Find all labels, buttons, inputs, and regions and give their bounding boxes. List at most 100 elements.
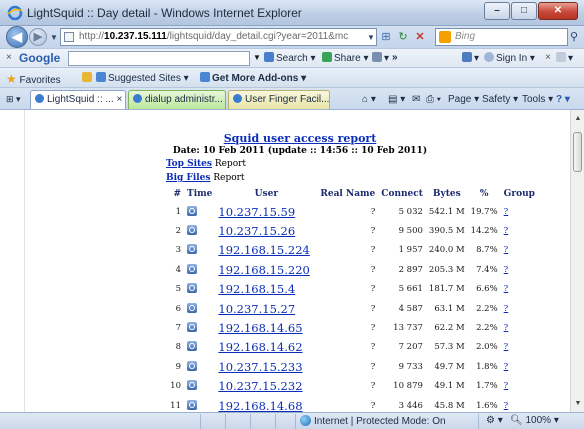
- time-report-icon[interactable]: [187, 283, 197, 294]
- close-toolbar-icon[interactable]: ×: [545, 52, 551, 63]
- google-search-dropdown-icon[interactable]: ▼: [253, 53, 261, 62]
- group-link[interactable]: ?: [504, 226, 509, 236]
- bytes-cell: 205.3 M: [428, 264, 465, 275]
- user-ip-link[interactable]: 192.168.15.224: [218, 243, 309, 257]
- close-tab-icon[interactable]: ×: [117, 94, 123, 105]
- url-prefix: http://: [79, 31, 105, 42]
- group-link[interactable]: ?: [504, 381, 509, 391]
- connect-cell: 5 661: [398, 284, 423, 295]
- vertical-scrollbar[interactable]: ▲ ▼: [570, 110, 584, 412]
- connect-cell: 9 500: [398, 226, 423, 237]
- google-search-button[interactable]: Search ▾: [264, 52, 315, 64]
- connect-cell: 9 733: [398, 361, 423, 372]
- user-ip-link[interactable]: 192.168.15.220: [218, 263, 309, 277]
- group-link[interactable]: ?: [504, 207, 509, 217]
- scroll-down-icon[interactable]: ▼: [573, 400, 583, 407]
- scrollbar-thumb[interactable]: [573, 132, 582, 172]
- bytes-cell: 62.2 M: [434, 323, 465, 334]
- report-title-link[interactable]: Squid user access report: [224, 132, 377, 145]
- user-ip-link[interactable]: 10.237.15.27: [218, 302, 295, 316]
- compatibility-view-icon[interactable]: ⊞: [378, 29, 394, 45]
- user-ip-link[interactable]: 192.168.14.68: [218, 399, 302, 412]
- search-icon[interactable]: ⚲: [570, 30, 578, 43]
- user-ip-link[interactable]: 10.237.15.232: [218, 379, 302, 393]
- top-sites-link[interactable]: Top Sites: [166, 159, 212, 169]
- group-link[interactable]: ?: [504, 304, 509, 314]
- time-report-icon[interactable]: [187, 380, 197, 391]
- feeds-button[interactable]: ▤ ▾: [388, 94, 405, 105]
- add-to-favorites-icon[interactable]: [82, 72, 94, 84]
- home-button[interactable]: ⌂ ▾: [362, 94, 376, 105]
- group-cell: ?: [501, 202, 538, 221]
- row-rank: 3: [175, 245, 181, 256]
- group-link[interactable]: ?: [504, 401, 509, 411]
- print-button[interactable]: ⎙ ▾: [426, 94, 441, 105]
- wrench-button[interactable]: ▾: [462, 52, 479, 64]
- favorites-button[interactable]: ★ Favorites: [6, 72, 61, 86]
- connect-cell: 3 446: [398, 400, 423, 411]
- user-ip-link[interactable]: 192.168.14.62: [218, 340, 302, 354]
- group-link[interactable]: ?: [504, 342, 509, 352]
- time-report-icon[interactable]: [187, 399, 197, 410]
- url-dropdown-icon[interactable]: ▼: [367, 33, 375, 42]
- toolbar-options-icon[interactable]: ▾: [556, 52, 573, 64]
- safety-menu[interactable]: Safety ▾: [482, 94, 518, 105]
- time-report-icon[interactable]: [187, 225, 197, 236]
- toolbar-close-button[interactable]: ×: [6, 52, 12, 63]
- page-menu[interactable]: Page ▾: [448, 94, 479, 105]
- scroll-up-icon[interactable]: ▲: [573, 115, 583, 122]
- time-report-icon[interactable]: [187, 205, 197, 216]
- stop-icon[interactable]: ✕: [412, 29, 428, 45]
- user-ip-link[interactable]: 192.168.15.4: [218, 282, 295, 296]
- user-ip-link[interactable]: 192.168.14.65: [218, 321, 302, 335]
- globe-icon: [300, 415, 311, 426]
- tab-lightsquid[interactable]: LightSquid :: ... ×: [30, 90, 126, 109]
- mail-button[interactable]: ✉: [412, 94, 420, 105]
- security-zone[interactable]: Internet | Protected Mode: On: [300, 415, 446, 427]
- group-link[interactable]: ?: [504, 323, 509, 333]
- refresh-icon[interactable]: ↻: [395, 29, 411, 45]
- more-tools-button[interactable]: »: [392, 52, 398, 63]
- url-input[interactable]: http://10.237.15.111/lightsquid/day_deta…: [60, 28, 377, 46]
- time-report-icon[interactable]: [187, 360, 197, 371]
- wrench-icon: [462, 52, 472, 62]
- back-button[interactable]: ◀: [6, 26, 28, 48]
- help-menu[interactable]: ? ▾: [556, 94, 570, 105]
- recent-pages-dropdown-icon[interactable]: ▼: [50, 33, 58, 42]
- get-more-addons-link[interactable]: Get More Add-ons ▾: [200, 72, 306, 84]
- user-ip-link[interactable]: 10.237.15.59: [218, 205, 295, 219]
- add-ons-status-icon[interactable]: ⚙ ▾: [486, 415, 503, 426]
- minimize-button[interactable]: –: [484, 2, 510, 20]
- google-search-input[interactable]: [68, 51, 250, 66]
- time-report-icon[interactable]: [187, 302, 197, 313]
- user-ip-link[interactable]: 10.237.15.233: [218, 360, 302, 374]
- search-input[interactable]: Bing: [435, 28, 568, 46]
- connect-cell: 7 207: [398, 342, 423, 353]
- quick-tabs-icon[interactable]: ⊞ ▾: [6, 94, 21, 105]
- tab-dialup-administration[interactable]: dialup administr...: [128, 90, 226, 109]
- time-report-icon[interactable]: [187, 244, 197, 255]
- group-link[interactable]: ?: [504, 245, 509, 255]
- real-name-cell: ?: [370, 381, 376, 392]
- user-ip-link[interactable]: 10.237.15.26: [218, 224, 295, 238]
- sign-in-button[interactable]: Sign In ▾: [484, 52, 535, 64]
- time-report-icon[interactable]: [187, 263, 197, 274]
- big-files-link[interactable]: Big Files: [166, 173, 210, 183]
- tools-menu[interactable]: Tools ▾: [522, 94, 553, 105]
- time-report-icon[interactable]: [187, 341, 197, 352]
- time-report-icon[interactable]: [187, 322, 197, 333]
- google-toolbar: × Google ▼ Search ▾ Share ▾ ▾ » ▾ Sign I…: [0, 48, 584, 68]
- group-link[interactable]: ?: [504, 265, 509, 275]
- forward-button[interactable]: ▶: [29, 28, 47, 46]
- bytes-cell: 390.5 M: [428, 226, 465, 237]
- group-link[interactable]: ?: [504, 284, 509, 294]
- maximize-button[interactable]: □: [511, 2, 537, 20]
- group-link[interactable]: ?: [504, 362, 509, 372]
- sidewiki-button[interactable]: ▾: [372, 52, 389, 64]
- tab-user-finger[interactable]: User Finger Facil...: [228, 90, 330, 109]
- share-button[interactable]: Share ▾: [322, 52, 368, 64]
- suggested-sites-link[interactable]: Suggested Sites ▾: [96, 72, 189, 84]
- time-cell: [184, 318, 215, 337]
- zoom-level[interactable]: 🔍︎ 100% ▾: [510, 415, 559, 426]
- close-button[interactable]: ✕: [538, 2, 578, 20]
